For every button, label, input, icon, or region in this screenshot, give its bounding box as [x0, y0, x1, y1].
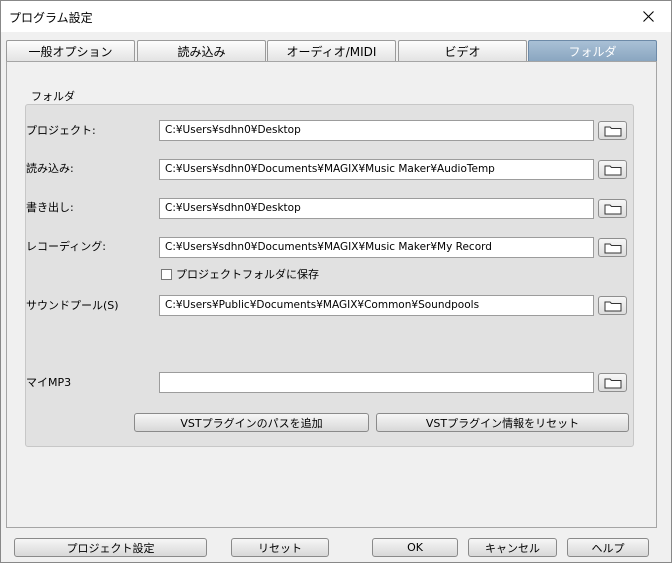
project-folder-field[interactable]: C:¥Users¥sdhn0¥Desktop	[159, 120, 594, 141]
import-folder-field[interactable]: C:¥Users¥sdhn0¥Documents¥MAGIX¥Music Mak…	[159, 159, 594, 180]
recording-folder-browse-button[interactable]	[598, 238, 627, 257]
folder-icon	[604, 378, 621, 388]
help-button[interactable]: ヘルプ	[567, 538, 649, 557]
close-button[interactable]	[625, 1, 671, 32]
folder-icon	[604, 204, 621, 214]
export-folder-field[interactable]: C:¥Users¥sdhn0¥Desktop	[159, 198, 594, 219]
tab-video[interactable]: ビデオ	[398, 40, 527, 61]
tab-general-options[interactable]: 一般オプション	[6, 40, 135, 61]
tab-bar: 一般オプション 読み込み オーディオ/MIDI ビデオ フォルダ	[6, 40, 657, 62]
import-folder-browse-button[interactable]	[598, 160, 627, 179]
folder-icon	[604, 126, 621, 136]
reset-vst-info-button[interactable]: VSTプラグイン情報をリセット	[376, 413, 629, 432]
mymp3-folder-browse-button[interactable]	[598, 373, 627, 392]
soundpool-folder-browse-button[interactable]	[598, 296, 627, 315]
mymp3-folder-field[interactable]	[159, 372, 594, 393]
soundpool-folder-field[interactable]: C:¥Users¥Public¥Documents¥MAGIX¥Common¥S…	[159, 295, 594, 316]
save-in-project-folder-label: プロジェクトフォルダに保存	[176, 268, 319, 281]
settings-window: プログラム設定 一般オプション 読み込み オーディオ/MIDI ビデオ フォルダ…	[0, 0, 672, 563]
cancel-button[interactable]: キャンセル	[468, 538, 557, 557]
export-folder-label: 書き出し:	[26, 201, 74, 214]
save-in-project-folder-option[interactable]: プロジェクトフォルダに保存	[161, 266, 319, 282]
export-folder-browse-button[interactable]	[598, 199, 627, 218]
tab-audio-midi[interactable]: オーディオ/MIDI	[267, 40, 396, 61]
save-in-project-folder-checkbox[interactable]	[161, 268, 172, 280]
recording-folder-label: レコーディング:	[26, 240, 106, 253]
tab-folders[interactable]: フォルダ	[528, 40, 657, 61]
folders-group	[25, 104, 634, 447]
folder-icon	[604, 165, 621, 175]
project-settings-button[interactable]: プロジェクト設定	[14, 538, 207, 557]
close-icon	[642, 11, 654, 22]
add-vst-path-button[interactable]: VSTプラグインのパスを追加	[134, 413, 369, 432]
window-title: プログラム設定	[9, 11, 93, 25]
folder-icon	[604, 243, 621, 253]
folders-group-label: フォルダ	[31, 90, 75, 103]
title-bar: プログラム設定	[1, 1, 671, 32]
import-folder-label: 読み込み:	[26, 162, 74, 175]
recording-folder-field[interactable]: C:¥Users¥sdhn0¥Documents¥MAGIX¥Music Mak…	[159, 237, 594, 258]
folder-icon	[604, 301, 621, 311]
reset-button[interactable]: リセット	[231, 538, 329, 557]
ok-button[interactable]: OK	[372, 538, 458, 557]
project-folder-browse-button[interactable]	[598, 121, 627, 140]
project-folder-label: プロジェクト:	[26, 124, 96, 137]
soundpool-folder-label: サウンドプール(S)	[26, 299, 119, 312]
tab-import[interactable]: 読み込み	[137, 40, 266, 61]
mymp3-folder-label: マイMP3	[26, 376, 72, 389]
